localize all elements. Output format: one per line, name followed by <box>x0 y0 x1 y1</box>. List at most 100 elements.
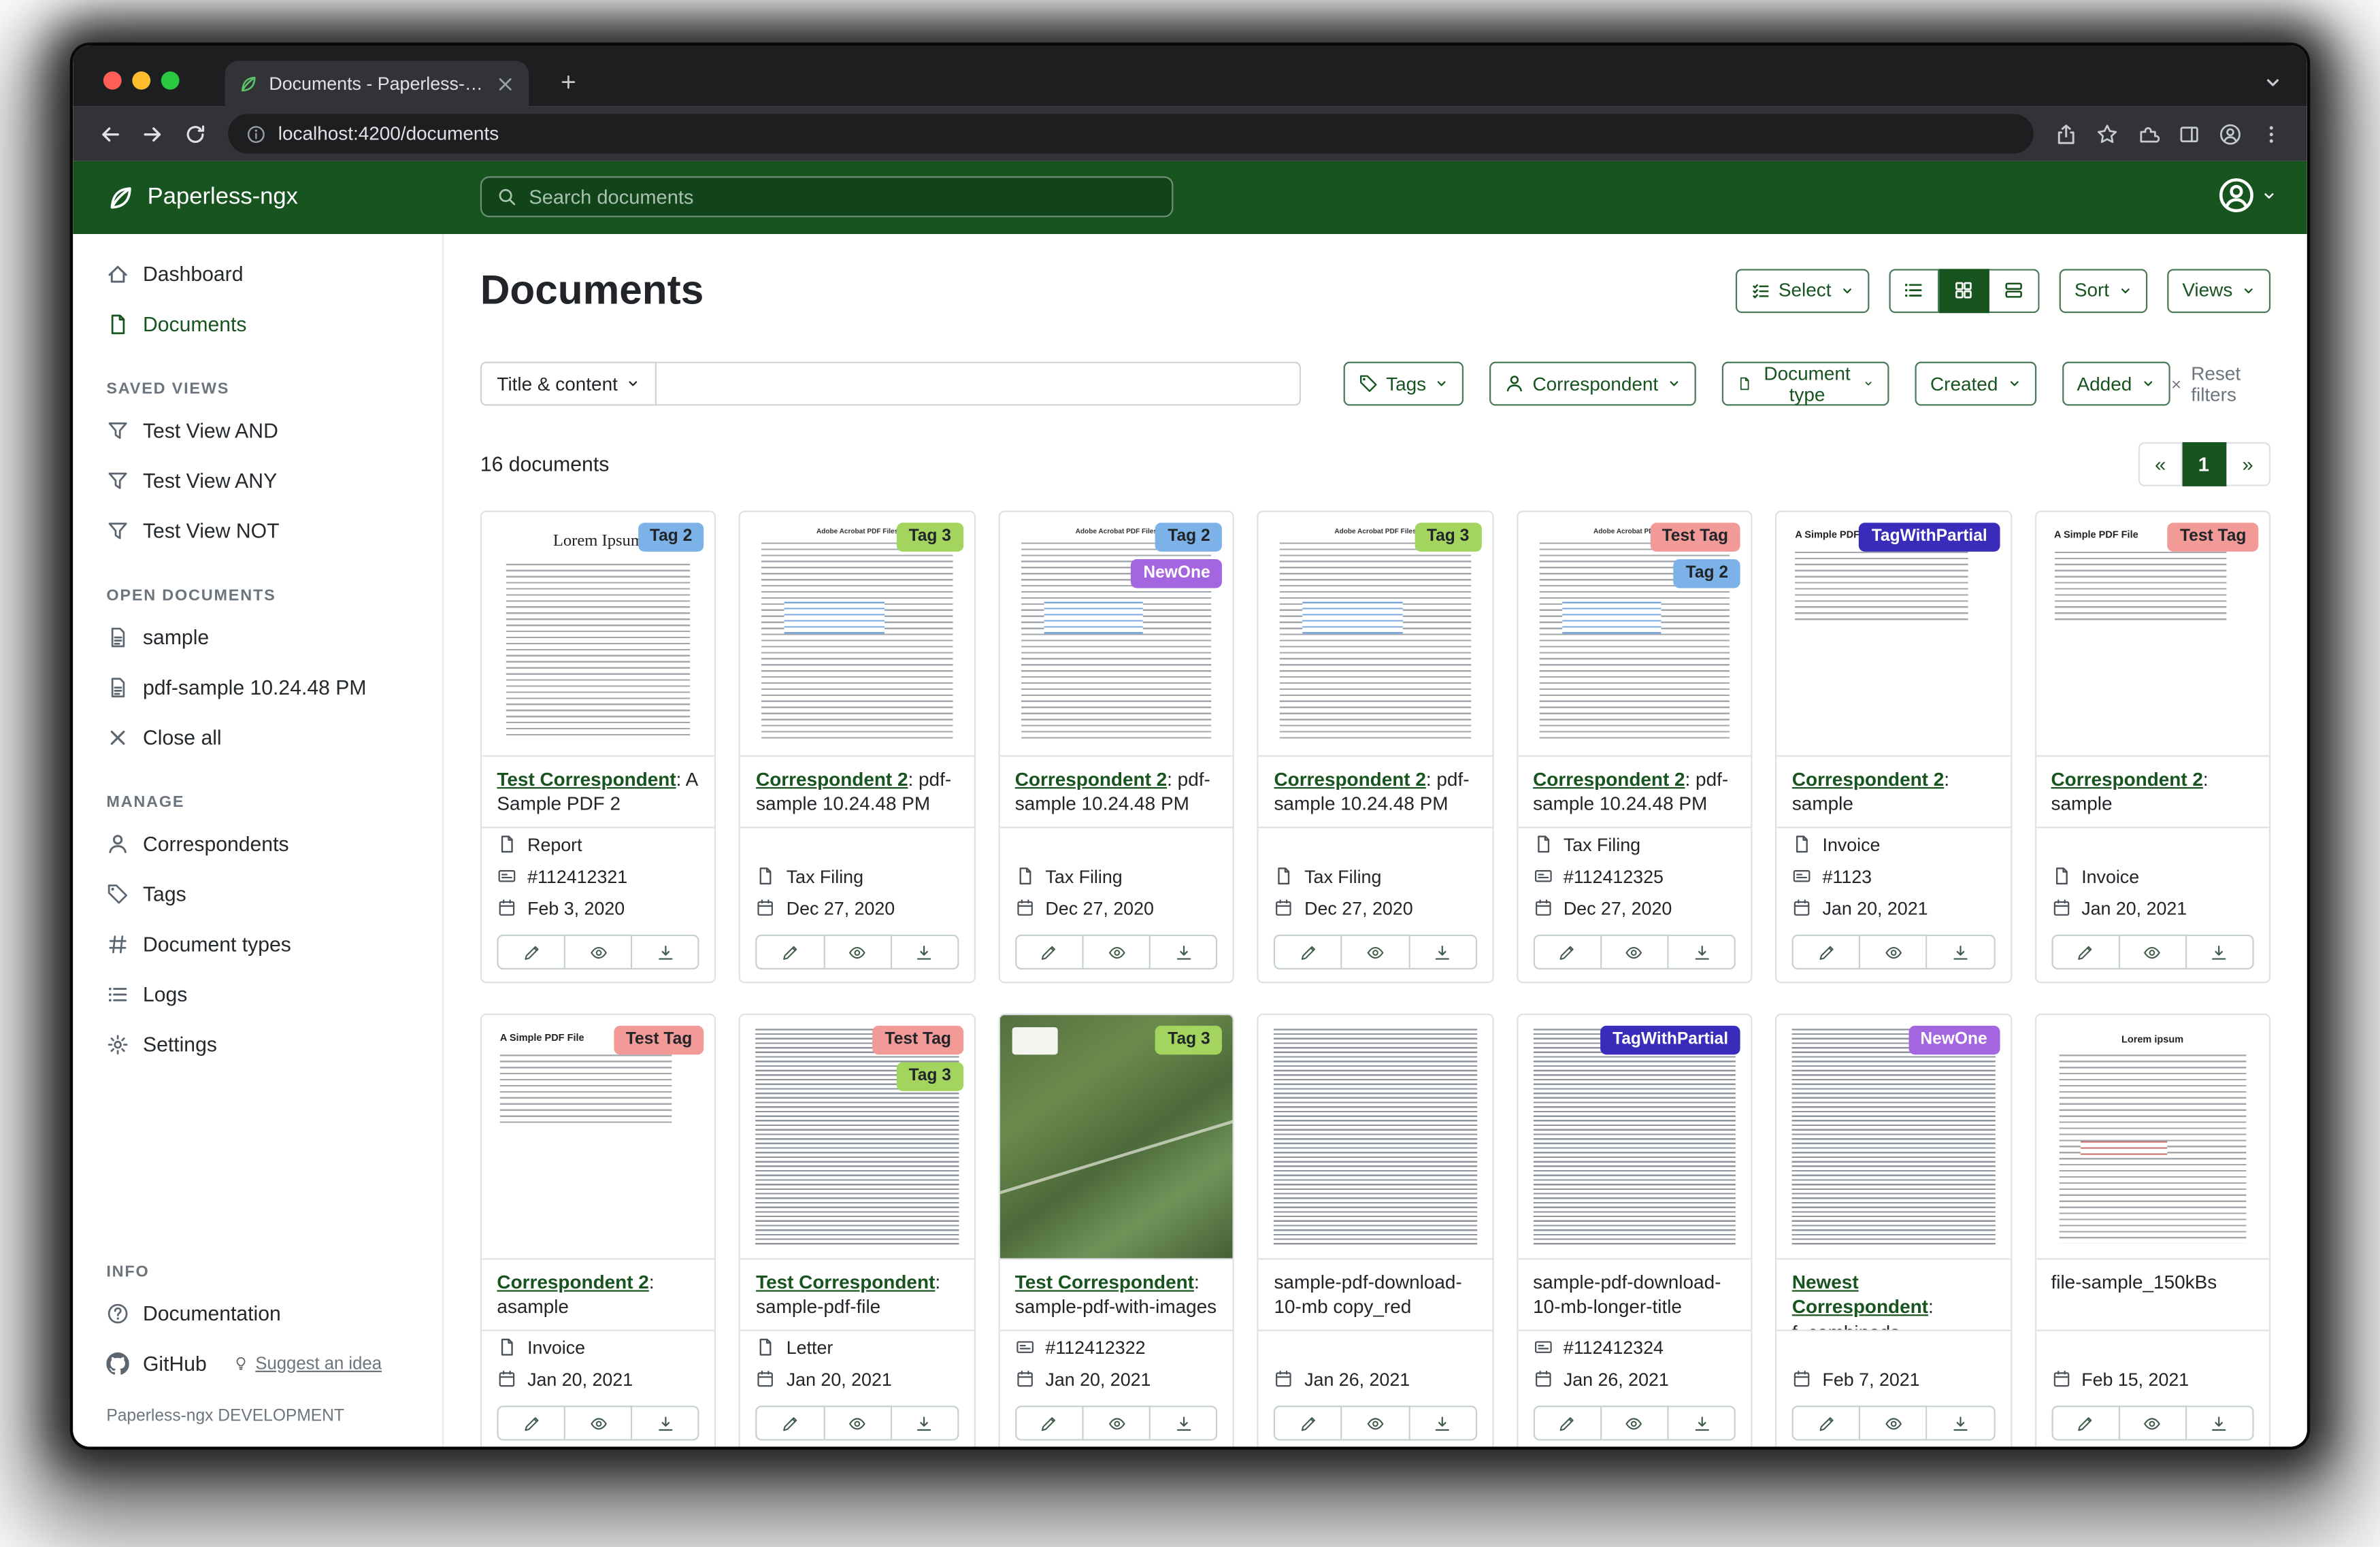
sort-button[interactable]: Sort <box>2060 268 2147 312</box>
document-thumbnail[interactable]: TagWithPartial <box>1518 1015 1751 1260</box>
preview-button[interactable] <box>1861 935 1928 969</box>
filter-dropdown-button[interactable]: Tags <box>1344 362 1464 406</box>
url-bar[interactable]: localhost:4200/documents <box>228 114 2034 154</box>
document-thumbnail[interactable]: Lorem Ipsum Tag 2 <box>482 512 715 757</box>
current-page-button[interactable]: 1 <box>2183 442 2227 486</box>
download-button[interactable] <box>892 1405 959 1440</box>
sidebar-item[interactable]: Test View ANY <box>73 456 442 506</box>
download-button[interactable] <box>2187 1405 2254 1440</box>
tag-badge[interactable]: Test Tag <box>2168 522 2258 551</box>
tag-badge[interactable]: Tag 2 <box>1674 559 1740 588</box>
document-card[interactable]: Adobe Acrobat PDF Files Tag 3 Correspond… <box>740 511 976 984</box>
edit-button[interactable] <box>1274 935 1342 969</box>
edit-button[interactable] <box>1015 935 1084 969</box>
reset-filters-button[interactable]: Reset filters <box>2170 363 2270 405</box>
sidebar-item[interactable]: Correspondents <box>73 819 442 869</box>
correspondent-link[interactable]: Correspondent 2 <box>1533 769 1685 790</box>
edit-button[interactable] <box>1533 1405 1602 1440</box>
sidebar-nav-item[interactable]: Dashboard <box>73 249 442 299</box>
sidebar-item[interactable]: Settings <box>73 1020 442 1070</box>
edit-button[interactable] <box>2051 935 2120 969</box>
filter-dropdown-button[interactable]: Document type <box>1722 362 1889 406</box>
sidebar-item[interactable]: Document types <box>73 919 442 969</box>
sidebar-item[interactable]: Logs <box>73 969 442 1020</box>
close-window-button[interactable] <box>103 71 122 90</box>
sidebar-item[interactable]: Test View NOT <box>73 506 442 556</box>
browser-profile-button[interactable] <box>2210 113 2251 154</box>
title-content-filter-input[interactable] <box>657 362 1301 406</box>
document-thumbnail[interactable]: Tag 3 <box>999 1015 1233 1260</box>
download-button[interactable] <box>2187 935 2254 969</box>
filter-dropdown-button[interactable]: Added <box>2062 362 2170 406</box>
suggest-idea-link[interactable]: Suggest an idea <box>233 1354 382 1373</box>
download-button[interactable] <box>1410 935 1477 969</box>
sidebar-item[interactable]: sample <box>73 612 442 663</box>
app-brand[interactable]: Paperless-ngx <box>106 183 298 212</box>
download-button[interactable] <box>1669 935 1736 969</box>
sidebar-item[interactable]: Test View AND <box>73 405 442 456</box>
download-button[interactable] <box>892 935 959 969</box>
edit-button[interactable] <box>756 1405 825 1440</box>
view-detail-button[interactable] <box>1989 268 2040 312</box>
extensions-button[interactable] <box>2128 113 2168 154</box>
edit-button[interactable] <box>756 935 825 969</box>
view-grid-button[interactable] <box>1939 268 1989 312</box>
next-page-button[interactable]: » <box>2226 442 2270 486</box>
preview-button[interactable] <box>565 1405 633 1440</box>
document-card[interactable]: Adobe Acrobat PDF Files Tag 2 NewOne <box>998 511 1234 984</box>
document-thumbnail[interactable]: A Simple PDF File Test Tag <box>482 1015 715 1260</box>
tag-badge[interactable]: Tag 3 <box>1415 522 1481 551</box>
forward-button[interactable] <box>131 112 173 155</box>
download-button[interactable] <box>1151 935 1218 969</box>
browser-menu-button[interactable] <box>2251 113 2292 154</box>
tag-badge[interactable]: NewOne <box>1908 1026 2000 1054</box>
correspondent-link[interactable]: Correspondent 2 <box>1792 769 1944 790</box>
download-button[interactable] <box>633 935 700 969</box>
views-button[interactable]: Views <box>2167 268 2270 312</box>
correspondent-link[interactable]: Test Correspondent <box>1015 1272 1194 1293</box>
document-card[interactable]: Tag 3 Test Correspondent: sample-pdf-wit… <box>998 1014 1234 1447</box>
preview-button[interactable] <box>2119 1405 2187 1440</box>
document-card[interactable]: A Simple PDF File Test Tag Correspondent… <box>2034 511 2270 984</box>
document-thumbnail[interactable]: A Simple PDF File TagWithPartial <box>1777 512 2011 757</box>
prev-page-button[interactable]: « <box>2138 442 2183 486</box>
document-card[interactable]: Test Tag Tag 3 Test Correspondent: sampl… <box>740 1014 976 1447</box>
document-thumbnail[interactable]: A Simple PDF File Test Tag <box>2036 512 2269 757</box>
filter-dropdown-button[interactable]: Correspondent <box>1490 362 1696 406</box>
back-button[interactable] <box>88 112 131 155</box>
sidebar-item[interactable]: pdf-sample 10.24.48 PM <box>73 663 442 713</box>
preview-button[interactable] <box>1602 1405 1669 1440</box>
document-card[interactable]: Lorem ipsum file-sample_150kBs <box>2034 1014 2270 1447</box>
search-input[interactable] <box>529 186 1157 209</box>
document-card[interactable]: TagWithPartial sample-pdf-download-10-mb… <box>1517 1014 1753 1447</box>
document-thumbnail[interactable]: Test Tag Tag 3 <box>741 1015 974 1260</box>
site-info-icon[interactable] <box>246 124 266 144</box>
edit-button[interactable] <box>1274 1405 1342 1440</box>
zoom-window-button[interactable] <box>161 71 180 90</box>
preview-button[interactable] <box>1602 935 1669 969</box>
tag-badge[interactable]: Tag 3 <box>897 1062 963 1091</box>
edit-button[interactable] <box>1792 1405 1861 1440</box>
tag-badge[interactable]: Tag 3 <box>897 522 963 551</box>
preview-button[interactable] <box>825 935 892 969</box>
sidebar-item[interactable]: GitHub Suggest an idea <box>73 1339 442 1389</box>
preview-button[interactable] <box>1084 935 1151 969</box>
tab-close-icon[interactable] <box>495 73 515 93</box>
correspondent-link[interactable]: Correspondent 2 <box>497 1272 648 1293</box>
edit-button[interactable] <box>2051 1405 2120 1440</box>
correspondent-link[interactable]: Correspondent 2 <box>2051 769 2203 790</box>
preview-button[interactable] <box>2119 935 2187 969</box>
document-thumbnail[interactable]: Adobe Acrobat PDF Files Test Tag Tag 2 <box>1518 512 1751 757</box>
sidebar-item[interactable]: Close all <box>73 713 442 763</box>
tag-badge[interactable]: NewOne <box>1131 559 1222 588</box>
tag-badge[interactable]: Tag 3 <box>1155 1026 1222 1054</box>
download-button[interactable] <box>1151 1405 1218 1440</box>
side-panel-button[interactable] <box>2168 113 2209 154</box>
correspondent-link[interactable]: Correspondent 2 <box>1274 769 1425 790</box>
preview-button[interactable] <box>1084 1405 1151 1440</box>
filter-field-button[interactable]: Title & content <box>480 362 657 406</box>
view-list-button[interactable] <box>1889 268 1939 312</box>
download-button[interactable] <box>1928 1405 1995 1440</box>
sidebar-item[interactable]: Documentation <box>73 1288 442 1339</box>
edit-button[interactable] <box>497 1405 565 1440</box>
